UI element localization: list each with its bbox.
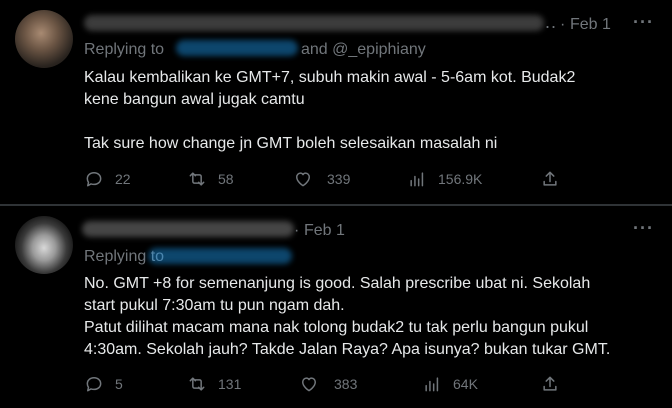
views-icon: [425, 377, 439, 392]
repost-count: 131: [218, 376, 242, 392]
views-button[interactable]: 156.9K: [407, 167, 482, 191]
share-button[interactable]: [540, 372, 560, 396]
author-name-redacted: [82, 221, 294, 237]
like-icon: [302, 377, 316, 392]
view-count: 64K: [453, 376, 478, 392]
like-button[interactable]: 383: [299, 372, 357, 396]
tweet-date[interactable]: Feb 1: [570, 16, 611, 34]
share-icon: [543, 376, 557, 391]
repost-count: 58: [218, 171, 234, 187]
like-count: 383: [334, 376, 358, 392]
tweet-dot: ·: [294, 222, 300, 239]
views-button[interactable]: 64K: [422, 372, 478, 396]
tweet[interactable]: .. · Feb 1 ··· Replying to and @_epiphia…: [0, 0, 672, 204]
reply-count: 22: [115, 171, 131, 187]
tweet-dot: ·: [560, 16, 566, 33]
avatar[interactable]: [15, 216, 73, 274]
views-icon: [410, 172, 424, 187]
tweet-actions: 5 131 383 64K: [84, 372, 564, 396]
view-count: 156.9K: [438, 171, 483, 187]
mention-redacted[interactable]: [176, 40, 298, 56]
reply-icon: [86, 377, 102, 392]
share-button[interactable]: [540, 167, 560, 191]
reply-icon: [86, 172, 102, 187]
replying-to-label: Replying to: [84, 41, 165, 58]
more-icon[interactable]: ···: [633, 218, 654, 239]
repost-button[interactable]: 58: [187, 167, 234, 191]
reply-button[interactable]: 22: [84, 167, 131, 191]
tweet-date[interactable]: Feb 1: [304, 222, 345, 240]
reply-count: 5: [115, 376, 123, 392]
more-icon[interactable]: ···: [633, 12, 654, 33]
tweet-text: No. GMT +8 for semenanjung is good. Sala…: [84, 275, 611, 358]
share-icon: [543, 171, 557, 186]
mention-redacted[interactable]: [148, 248, 292, 264]
like-count: 339: [327, 171, 351, 187]
repost-icon: [189, 172, 205, 186]
author-name-redacted: [84, 15, 544, 31]
like-icon: [296, 172, 310, 187]
repost-icon: [189, 377, 205, 391]
replying-to-mentions[interactable]: and @_epiphiany: [301, 41, 426, 59]
reply-button[interactable]: 5: [84, 372, 123, 396]
avatar[interactable]: [15, 10, 73, 68]
like-button[interactable]: 339: [293, 167, 350, 191]
name-overflow: ..: [545, 12, 558, 32]
repost-button[interactable]: 131: [187, 372, 241, 396]
tweet-text: Kalau kembalikan ke GMT+7, subuh makin a…: [84, 69, 576, 152]
tweet-actions: 22 58 339 156.9K: [84, 167, 564, 191]
